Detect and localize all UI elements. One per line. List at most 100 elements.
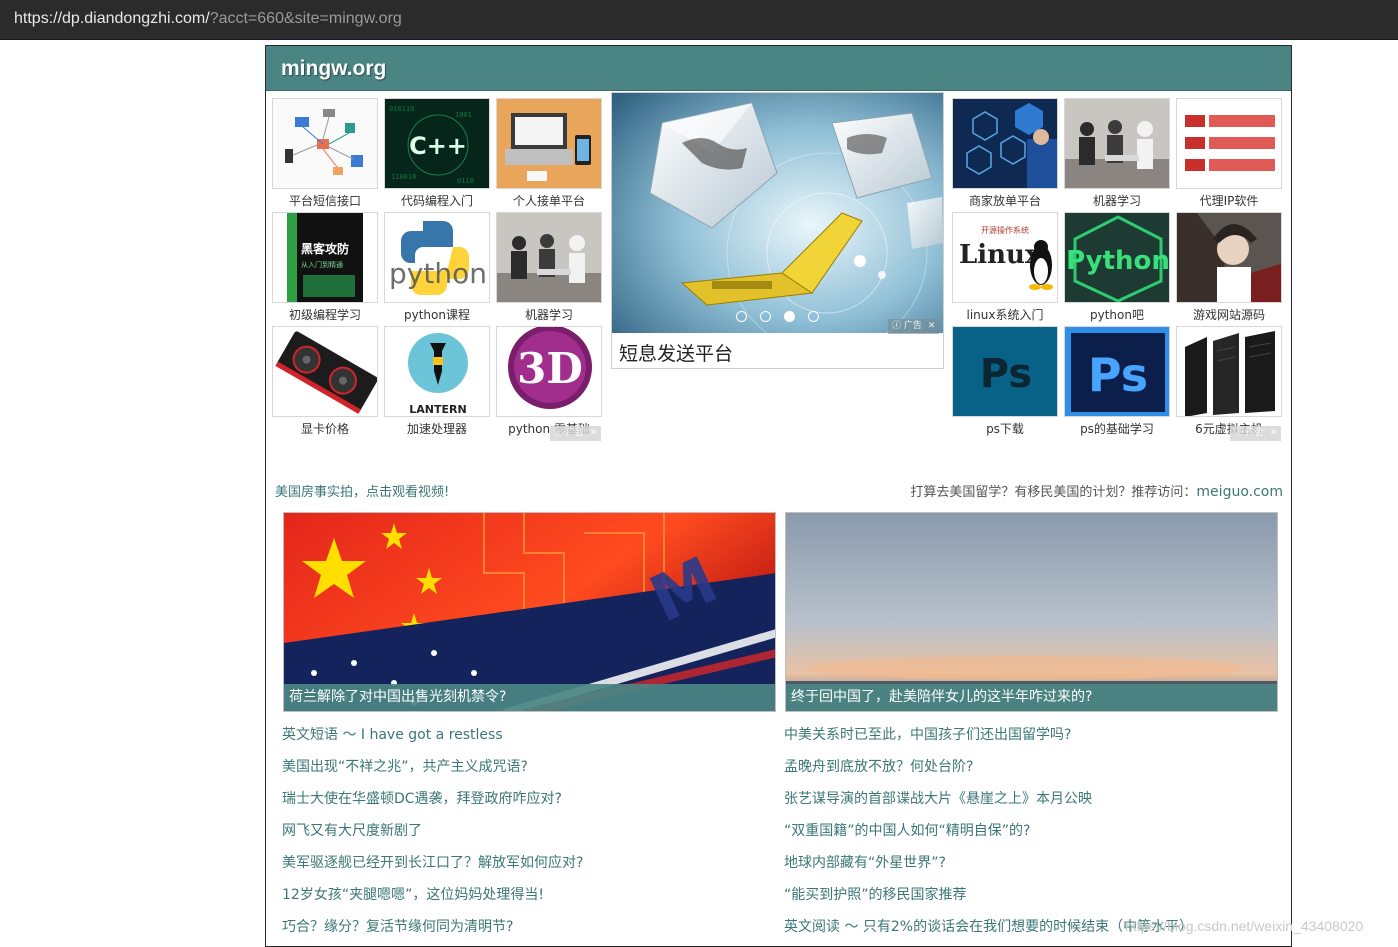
url-query: ?acct=660&site=mingw.org [209,10,402,27]
close-icon[interactable]: ✕ [928,319,936,334]
ad-link-right[interactable]: 打算去美国留学？有移民美国的计划？推荐访问：meiguo.com [910,481,1283,500]
news-item[interactable]: 美国出现“不祥之兆”，共产主义成咒语? [282,756,762,788]
right-tile-3[interactable]: 开源操作系统 Linux linux系统入门 [952,212,1058,324]
ad-link-right-text: 打算去美国留学？有移民美国的计划？推荐访问： [910,485,1197,500]
feature-image [786,513,1277,711]
browser-url-bar[interactable]: https://dp.diandongzhi.com/?acct=660&sit… [0,0,1398,40]
left-tile-8[interactable]: 3D python 零基础 [496,326,602,438]
ad-slider[interactable]: ⓘ 广告 ✕ 短息发送平台 [611,92,944,369]
slider-caption[interactable]: 短息发送平台 [619,339,733,366]
left-tile-4[interactable]: python python课程 [384,212,490,324]
right-tile-2[interactable]: 代理IP软件 [1176,98,1282,210]
news-item[interactable]: “双重国籍”的中国人如何“精明自保”的? [784,820,1284,852]
slider-dot-1[interactable] [736,311,747,322]
tile-image [1064,98,1170,189]
ad-page-frame: mingw.org 平台短信接口 010110 1001 110010 0110… [265,45,1292,947]
right-tile-5[interactable]: 游戏网站源码 [1176,212,1282,324]
ad-tag-label: 广告 [903,321,922,331]
tile-image [1176,98,1282,189]
site-title[interactable]: mingw.org [281,57,386,81]
news-list-left: 英文短语 ～ I have got a restless 美国出现“不祥之兆”，… [282,724,762,946]
ad-link-left[interactable]: 美国房事实拍，点击观看视频! [275,481,449,500]
slider-dot-4[interactable] [808,311,819,322]
feature-title[interactable]: 荷兰解除了对中国出售光刻机禁令? [284,684,775,711]
left-tile-0[interactable]: 平台短信接口 [272,98,378,210]
tile-label: 商家放单平台 [968,194,1041,208]
tile-image: 010110 1001 110010 0110 C++ [384,98,490,189]
lantern-wordmark: LANTERN [409,403,466,416]
news-list-right: 中美关系时已至此，中国孩子们还出国留学吗? 孟晚舟到底放不放？何处台阶? 张艺谋… [784,724,1284,946]
meiguo-link[interactable]: meiguo.com [1196,484,1283,500]
feature-title[interactable]: 终于回中国了，赴美陪伴女儿的这半年咋过来的? [786,684,1277,711]
news-item[interactable]: 地球内部藏有“外星世界”? [784,852,1284,884]
slider-dot-2[interactable] [760,311,771,322]
left-tile-5[interactable]: 机器学习 [496,212,602,324]
news-item[interactable]: 孟晚舟到底放不放？何处台阶? [784,756,1284,788]
ad-tag-right[interactable]: ⓘ 广告 ✕ [1230,426,1282,441]
cpp-logo-text: C++ [409,132,467,160]
tile-label: linux系统入门 [966,308,1044,322]
tile-label: ps下载 [986,422,1024,436]
tile-label: 游戏网站源码 [1192,308,1265,322]
close-icon[interactable]: ✕ [1270,426,1278,441]
tile-image: 开源操作系统 Linux [952,212,1058,303]
ad-tag-label: 广告 [1245,428,1264,438]
tile-label: 代码编程入门 [400,194,473,208]
left-tile-6[interactable]: 显卡价格 [272,326,378,438]
close-icon[interactable]: ✕ [590,426,598,441]
right-tile-4[interactable]: Python python吧 [1064,212,1170,324]
news-item[interactable]: 张艺谋导演的首部谍战大片《悬崖之上》本月公映 [784,788,1284,820]
tile-image: 3D [496,326,602,417]
left-tile-3[interactable]: 黑客攻防 从入门到精通 初级编程学习 [272,212,378,324]
ps-logo-text: Ps [1088,348,1148,402]
left-tile-2[interactable]: 个人接单平台 [496,98,602,210]
tile-label: 显卡价格 [300,422,349,436]
tile-image: LANTERN [384,326,490,417]
svg-text:0110: 0110 [457,177,474,185]
news-item[interactable]: 12岁女孩“夹腿嗯嗯”，这位妈妈处理得当! [282,884,762,916]
right-tile-6[interactable]: Ps ps下载 [952,326,1058,438]
feature-card-1[interactable]: 终于回中国了，赴美陪伴女儿的这半年咋过来的? [785,512,1278,712]
tile-label: 个人接单平台 [512,194,585,208]
ad-tag-left[interactable]: ⓘ 广告 ✕ [550,426,602,441]
feature-image: M [284,513,775,711]
slider-image [612,93,943,333]
slider-dot-3[interactable] [784,311,795,322]
hacker-book-subtitle: 从入门到精通 [301,260,343,269]
tile-label: python课程 [404,308,470,322]
feature-card-0[interactable]: M 荷兰解除了对中国出售光刻机禁令? [283,512,776,712]
news-item[interactable]: “能买到护照”的移民国家推荐 [784,884,1284,916]
left-tile-7[interactable]: LANTERN 加速处理器 [384,326,490,438]
news-item[interactable]: 网飞又有大尺度新剧了 [282,820,762,852]
right-tile-1[interactable]: 机器学习 [1064,98,1170,210]
news-item[interactable]: 英文短语 ～ I have got a restless [282,724,762,756]
site-header: mingw.org [266,46,1291,91]
left-tile-1[interactable]: 010110 1001 110010 0110 C++ 代码编程入门 [384,98,490,210]
news-item[interactable]: 美军驱逐舰已经开到长江口了？解放军如何应对? [282,852,762,884]
tile-image: Ps [952,326,1058,417]
ad-tag-slider[interactable]: ⓘ 广告 ✕ [888,319,940,334]
3d-logo-text: 3D [517,344,583,393]
tile-image: Python [1064,212,1170,303]
python-wordmark: python [389,257,487,290]
tile-image [496,98,602,189]
right-tile-0[interactable]: 商家放单平台 [952,98,1058,210]
tile-image [496,212,602,303]
svg-text:110010: 110010 [391,173,416,181]
right-tile-7[interactable]: Ps ps的基础学习 [1064,326,1170,438]
svg-text:010110: 010110 [389,105,414,113]
news-item[interactable]: 中美关系时已至此，中国孩子们还出国留学吗? [784,724,1284,756]
right-tile-8[interactable]: 6元虚拟主机 [1176,326,1282,438]
hacker-book-title: 黑客攻防 [301,241,349,256]
tile-image: 黑客攻防 从入门到精通 [272,212,378,303]
news-item[interactable]: 瑞士大使在华盛顿DC遇袭，拜登政府咋应对? [282,788,762,820]
tile-label: 机器学习 [1092,194,1141,208]
tile-image: python [384,212,490,303]
svg-text:1001: 1001 [455,111,472,119]
ad-tag-label: 广告 [565,428,584,438]
news-item[interactable]: 巧合？缘分？复活节缘何同为清明节? [282,916,762,946]
tile-label: 机器学习 [524,308,573,322]
info-icon: ⓘ [892,321,902,331]
info-icon: ⓘ [1234,428,1244,438]
url-text[interactable]: https://dp.diandongzhi.com/?acct=660&sit… [14,10,402,28]
